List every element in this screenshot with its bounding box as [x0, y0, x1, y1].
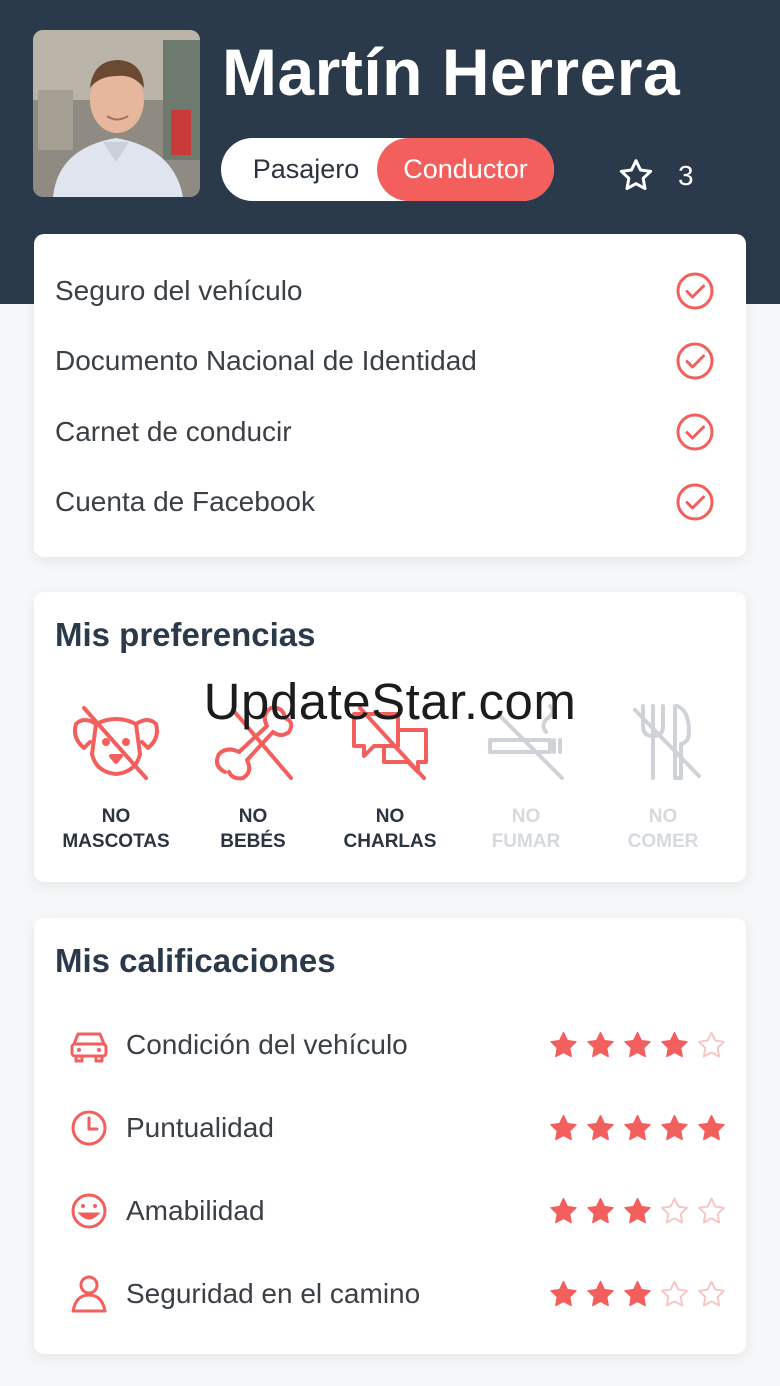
preference-label-line1: NO — [375, 806, 405, 827]
rating-count: 3 — [678, 160, 694, 191]
preferences-card: Mis preferencias NO MASCOTAS NO BEBÉS NO… — [34, 592, 746, 882]
preference-label-line2: COMER — [627, 831, 699, 852]
star-rating — [547, 1029, 728, 1062]
star-filled-icon — [624, 1031, 651, 1057]
check-circle-icon — [676, 413, 714, 451]
star-filled-icon — [550, 1197, 577, 1223]
ratings-title: Mis calificaciones — [55, 942, 336, 979]
check-circle-icon — [676, 272, 714, 310]
star-filled-icon — [661, 1114, 688, 1140]
star-filled-icon — [550, 1031, 577, 1057]
car-icon — [70, 1032, 108, 1063]
star-filled-icon — [698, 1114, 725, 1140]
star-filled-icon — [587, 1197, 614, 1223]
star-empty-icon — [698, 1280, 725, 1306]
person-icon — [71, 1275, 107, 1313]
preference-label-line1: NO — [101, 806, 131, 827]
star-filled-icon — [624, 1114, 651, 1140]
star-rating — [547, 1195, 728, 1228]
rating-summary[interactable]: 3 — [616, 156, 694, 196]
star-outline-icon — [619, 159, 653, 190]
star-filled-icon — [587, 1114, 614, 1140]
profile-name: Martín Herrera — [222, 35, 681, 109]
smile-icon — [71, 1193, 107, 1229]
verification-label: Seguro del vehículo — [55, 275, 303, 306]
role-option-pasajero[interactable]: Pasajero — [231, 138, 381, 201]
verification-item: Documento Nacional de Identidad — [55, 341, 715, 381]
preference-label-line2: MASCOTAS — [62, 831, 170, 852]
verification-item: Carnet de conducir — [55, 412, 715, 452]
preference-label-line1: NO — [238, 806, 268, 827]
preference-label-line2: FUMAR — [491, 831, 561, 852]
check-circle-icon — [676, 342, 714, 380]
clock-icon — [71, 1110, 107, 1146]
rating-label: Amabilidad — [126, 1195, 265, 1226]
rating-row: Puntualidad — [68, 1106, 728, 1150]
avatar[interactable] — [33, 30, 200, 197]
verification-label: Documento Nacional de Identidad — [55, 345, 477, 376]
star-empty-icon — [698, 1031, 725, 1057]
preference-label-line1: NO — [511, 806, 541, 827]
verification-label: Cuenta de Facebook — [55, 486, 315, 517]
ratings-card: Mis calificaciones Condición del vehícul… — [34, 918, 746, 1354]
rating-row: Amabilidad — [68, 1189, 728, 1233]
preference-label-line2: BEBÉS — [220, 831, 286, 852]
star-filled-icon — [587, 1280, 614, 1306]
preference-label-line1: NO — [648, 806, 678, 827]
star-empty-icon — [661, 1197, 688, 1223]
rating-label: Condición del vehículo — [126, 1029, 408, 1060]
star-filled-icon — [550, 1280, 577, 1306]
check-circle-icon — [676, 483, 714, 521]
rating-label: Seguridad en el camino — [126, 1278, 421, 1309]
rating-row: Condición del vehículo — [68, 1023, 728, 1067]
star-filled-icon — [661, 1031, 688, 1057]
rating-row: Seguridad en el camino — [68, 1272, 728, 1316]
star-rating — [547, 1112, 728, 1145]
verification-card: Seguro del vehículo Documento Nacional d… — [34, 234, 746, 557]
star-filled-icon — [624, 1197, 651, 1223]
verification-item: Cuenta de Facebook — [55, 482, 715, 522]
preference-label-line2: CHARLAS — [343, 831, 437, 852]
role-option-conductor[interactable]: Conductor — [377, 138, 554, 201]
star-empty-icon — [698, 1197, 725, 1223]
avatar-photo — [33, 30, 200, 197]
star-rating — [547, 1278, 728, 1311]
watermark: UpdateStar.com — [203, 673, 577, 730]
star-empty-icon — [661, 1280, 688, 1306]
star-filled-icon — [550, 1114, 577, 1140]
role-toggle[interactable]: Pasajero Conductor — [221, 138, 554, 201]
preferences-title: Mis preferencias — [55, 616, 316, 653]
rating-label: Puntualidad — [126, 1112, 274, 1143]
star-filled-icon — [624, 1280, 651, 1306]
verification-label: Carnet de conducir — [55, 416, 292, 447]
verification-item: Seguro del vehículo — [55, 271, 715, 311]
star-filled-icon — [587, 1031, 614, 1057]
